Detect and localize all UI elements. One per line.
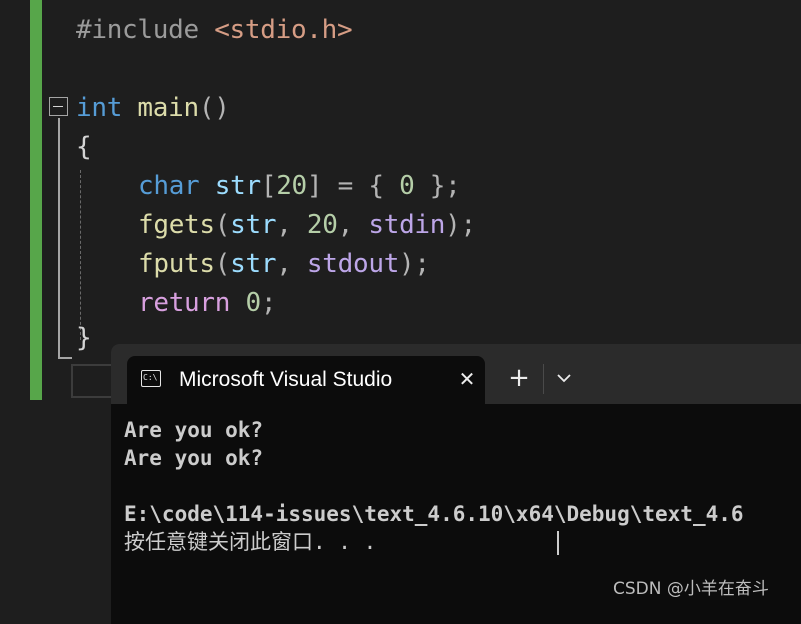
code-line-6: fgets(str, 20, stdin);: [138, 207, 476, 243]
argument: str: [230, 249, 277, 279]
chevron-down-icon[interactable]: [554, 366, 574, 390]
number-literal: 0: [399, 171, 415, 201]
code-line-5: char str[20] = { 0 };: [138, 168, 461, 204]
comma: ,: [276, 249, 307, 279]
code-line-4: {: [76, 132, 92, 162]
paren-close: );: [445, 210, 476, 240]
terminal-output-line-4: E:\code\114-issues\text_4.6.10\x64\Debug…: [124, 502, 744, 526]
watermark: CSDN @小羊在奋斗: [613, 579, 769, 599]
terminal-tab-bar: C:\ Microsoft Visual Studio ✕ +: [111, 344, 801, 404]
fold-region-end: [58, 357, 72, 359]
preprocessor-directive: #include: [76, 15, 199, 45]
terminal-output-line-2: Are you ok?: [124, 446, 264, 470]
include-header: <stdio.h>: [214, 15, 353, 45]
number-literal: 20: [306, 210, 338, 240]
variable-str: str: [214, 171, 261, 201]
change-indicator-bar: [30, 0, 42, 400]
code-line-8: return 0;: [138, 285, 277, 321]
terminal-tab[interactable]: C:\ Microsoft Visual Studio ✕: [127, 356, 485, 404]
assign-operator: =: [322, 171, 369, 201]
keyword-int: int: [76, 93, 123, 123]
terminal-output-line-5: 按任意键关闭此窗口. . .: [124, 530, 377, 554]
global-stdin: stdin: [368, 210, 446, 240]
parens: (): [198, 93, 230, 123]
keyword-return: return: [138, 288, 231, 318]
editor-selection-box: [71, 364, 113, 398]
fold-region-line: [58, 118, 60, 358]
code-line-1: #include <stdio.h>: [76, 12, 353, 48]
paren-open: (: [214, 249, 231, 279]
bracket-open: [: [260, 171, 277, 201]
indent-guide: [80, 170, 81, 340]
code-line-3: int main(): [76, 90, 230, 126]
plus-icon[interactable]: +: [507, 364, 531, 392]
keyword-char: char: [138, 171, 200, 201]
paren-open: (: [214, 210, 231, 240]
function-call: fgets: [138, 210, 215, 240]
paren-close: );: [399, 249, 430, 279]
bracket-close: ]: [306, 171, 323, 201]
close-icon[interactable]: ✕: [457, 368, 477, 390]
semicolon: ;: [260, 288, 277, 318]
number-literal: 0: [245, 288, 261, 318]
brace-close: };: [414, 171, 461, 201]
code-line-7: fputs(str, stdout);: [138, 246, 430, 282]
tab-divider: [543, 364, 544, 394]
terminal-app-icon: C:\: [141, 370, 161, 387]
text-cursor: [557, 531, 559, 555]
function-call: fputs: [138, 249, 215, 279]
global-stdout: stdout: [306, 249, 400, 279]
brace-open: {: [368, 171, 400, 201]
terminal-icon-glyph: C:\: [143, 373, 158, 382]
comma: ,: [337, 210, 369, 240]
code-line-9: }: [76, 323, 92, 353]
comma: ,: [276, 210, 307, 240]
tab-title: Microsoft Visual Studio: [179, 368, 393, 391]
function-name: main: [137, 93, 199, 123]
number-literal: 20: [276, 171, 307, 201]
argument: str: [230, 210, 277, 240]
terminal-output-line-1: Are you ok?: [124, 418, 264, 442]
fold-collapse-icon[interactable]: [49, 97, 68, 116]
